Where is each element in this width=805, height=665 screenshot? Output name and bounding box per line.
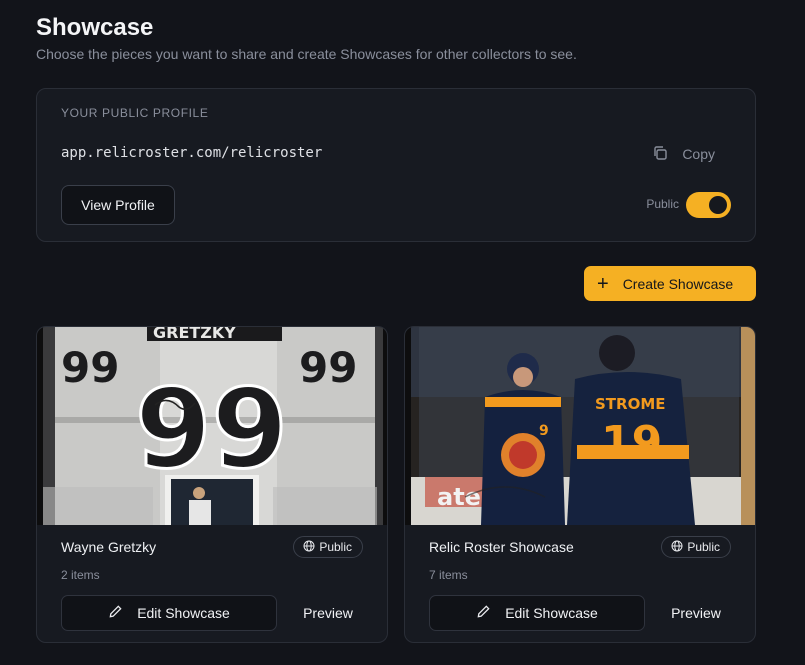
svg-text:9: 9 [539,423,549,439]
edit-showcase-label: Edit Showcase [505,605,598,621]
copy-button[interactable]: Copy [652,143,715,165]
showcase-image[interactable]: GRETZKY 99 99 99 [37,327,387,525]
edit-showcase-button[interactable]: Edit Showcase [429,595,645,631]
globe-icon [671,540,683,555]
globe-icon [303,540,315,555]
toggle-knob [709,196,727,214]
badge-label: Public [319,540,352,554]
public-toggle[interactable] [686,192,731,218]
ad-board-text: ate [437,483,481,511]
plus-icon: + [597,272,609,295]
item-count: 2 items [61,568,100,582]
showcase-image[interactable]: ate 9 STROME 19 [405,327,755,525]
view-profile-button[interactable]: View Profile [61,185,175,225]
page-title: Showcase [36,14,154,41]
public-badge: Public [293,536,363,558]
jersey-number: 19 [601,417,662,468]
create-showcase-label: Create Showcase [622,275,734,292]
pencil-icon [108,604,123,622]
showcase-card[interactable]: GRETZKY 99 99 99 Wayne Gretzky Public 2 … [36,326,388,643]
preview-button[interactable]: Preview [293,595,363,631]
create-showcase-button[interactable]: + Create Showcase [584,266,756,301]
profile-heading: YOUR PUBLIC PROFILE [61,106,209,120]
jersey-nameplate: STROME [595,395,666,413]
copy-label: Copy [682,146,715,162]
edit-showcase-button[interactable]: Edit Showcase [61,595,277,631]
page-subtitle: Choose the pieces you want to share and … [36,46,577,62]
visibility-label: Public [646,197,679,211]
jersey-number: 99 [135,365,288,493]
sleeve-number-left: 99 [61,343,119,392]
item-count: 7 items [429,568,468,582]
edit-showcase-label: Edit Showcase [137,605,230,621]
sleeve-number-right: 99 [299,343,357,392]
showcase-card[interactable]: ate 9 STROME 19 Relic Roster Showcase Pu… [404,326,756,643]
public-profile-card: YOUR PUBLIC PROFILE app.relicroster.com/… [36,88,756,242]
pencil-icon [476,604,491,622]
badge-label: Public [687,540,720,554]
showcase-title: Relic Roster Showcase [429,539,574,555]
profile-url: app.relicroster.com/relicroster [61,145,323,161]
nameplate-text: GRETZKY [153,327,236,342]
public-badge: Public [661,536,731,558]
copy-icon [652,145,668,164]
showcase-title: Wayne Gretzky [61,539,157,555]
preview-button[interactable]: Preview [661,595,731,631]
